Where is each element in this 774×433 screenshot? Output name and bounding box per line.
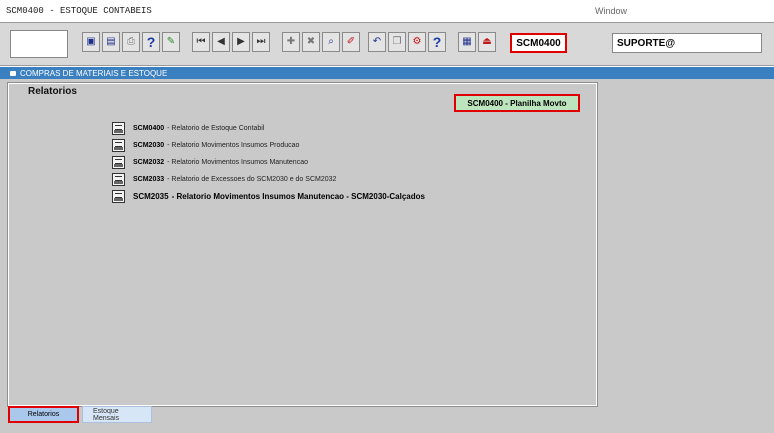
- toolbar-group-records: ✚ ✖ ⌕ ✐: [282, 32, 360, 52]
- wand-icon[interactable]: ✎: [162, 32, 180, 52]
- tab-relatorios[interactable]: Relatorios: [8, 406, 79, 423]
- report-code: SCM2035: [133, 192, 169, 201]
- planilha-movto-button[interactable]: SCM0400 - Planilha Movto: [454, 94, 580, 112]
- panel-title: Relatorios: [28, 86, 77, 97]
- report-item-scm0400[interactable]: SCM0400 - Relatorio de Estoque Contabil: [112, 120, 425, 137]
- report-printer-icon[interactable]: [112, 156, 125, 169]
- toolbar: ▣ ▤ ⎙ ? ✎ ⏮ ◀ ▶ ⏭ ✚ ✖ ⌕ ✐ ↶ ❐ ⚙ ? ▦ ⏏ SC…: [0, 22, 774, 66]
- bottom-tabs: Relatorios Estoque Mensais: [8, 406, 152, 423]
- module-title-bar: COMPRAS DE MATERIAIS E ESTOQUE: [0, 67, 774, 79]
- exit-icon[interactable]: ⏏: [478, 32, 496, 52]
- report-code: SCM2030: [133, 142, 165, 149]
- user-field[interactable]: SUPORTE@: [612, 33, 762, 53]
- previous-record-icon[interactable]: ◀: [212, 32, 230, 52]
- window-menu[interactable]: Window: [595, 6, 627, 16]
- report-printer-icon[interactable]: [112, 122, 125, 135]
- report-code: SCM0400: [133, 125, 165, 132]
- toolbar-group-edit: ↶ ❐ ⚙ ?: [368, 32, 446, 52]
- report-item-scm2033[interactable]: SCM2033 - Relatorio de Excessoes do SCM2…: [112, 171, 425, 188]
- pin-icon: [10, 70, 16, 76]
- query-icon[interactable]: ⌕: [322, 32, 340, 52]
- report-label: - Relatorio Movimentos Insumos Manutenca…: [171, 192, 425, 201]
- help-key-icon[interactable]: ?: [142, 32, 160, 52]
- save-icon[interactable]: ▣: [82, 32, 100, 52]
- logo-area: [10, 30, 68, 58]
- module-title: COMPRAS DE MATERIAIS E ESTOQUE: [20, 68, 168, 78]
- report-item-scm2035[interactable]: SCM2035 - Relatorio Movimentos Insumos M…: [112, 188, 425, 205]
- tab-estoque-mensais[interactable]: Estoque Mensais: [82, 406, 152, 423]
- next-record-icon[interactable]: ▶: [232, 32, 250, 52]
- calculator-icon[interactable]: ▦: [458, 32, 476, 52]
- first-record-icon[interactable]: ⏮: [192, 32, 210, 52]
- window-title: SCM0400 - ESTOQUE CONTABEIS: [6, 6, 152, 16]
- copy-icon[interactable]: ❐: [388, 32, 406, 52]
- report-printer-icon[interactable]: [112, 139, 125, 152]
- report-label: - Relatorio Movimentos Insumos Producao: [167, 142, 300, 149]
- screen-code-field[interactable]: SCM0400: [510, 33, 567, 53]
- delete-record-icon[interactable]: ✖: [302, 32, 320, 52]
- report-item-scm2032[interactable]: SCM2032 - Relatorio Movimentos Insumos M…: [112, 154, 425, 171]
- report-code: SCM2032: [133, 159, 165, 166]
- report-list: SCM0400 - Relatorio de Estoque Contabil …: [112, 120, 425, 205]
- last-record-icon[interactable]: ⏭: [252, 32, 270, 52]
- report-code: SCM2033: [133, 176, 165, 183]
- report-label: - Relatorio de Excessoes do SCM2030 e do…: [167, 176, 337, 183]
- form-icon[interactable]: ▤: [102, 32, 120, 52]
- toolbar-group-misc: ▦ ⏏: [458, 32, 496, 52]
- edit-icon[interactable]: ✐: [342, 32, 360, 52]
- toolbar-group-file: ▣ ▤ ⎙ ? ✎: [82, 32, 180, 52]
- report-item-scm2030[interactable]: SCM2030 - Relatorio Movimentos Insumos P…: [112, 137, 425, 154]
- print-icon[interactable]: ⎙: [122, 32, 140, 52]
- insert-record-icon[interactable]: ✚: [282, 32, 300, 52]
- report-label: - Relatorio Movimentos Insumos Manutenca…: [167, 159, 308, 166]
- report-printer-icon[interactable]: [112, 190, 125, 203]
- undo-icon[interactable]: ↶: [368, 32, 386, 52]
- toolbar-group-navigation: ⏮ ◀ ▶ ⏭: [192, 32, 270, 52]
- report-printer-icon[interactable]: [112, 173, 125, 186]
- window-titlebar: SCM0400 - ESTOQUE CONTABEIS Window: [0, 0, 774, 22]
- help-icon[interactable]: ?: [428, 32, 446, 52]
- tools-icon[interactable]: ⚙: [408, 32, 426, 52]
- report-label: - Relatorio de Estoque Contabil: [167, 125, 265, 132]
